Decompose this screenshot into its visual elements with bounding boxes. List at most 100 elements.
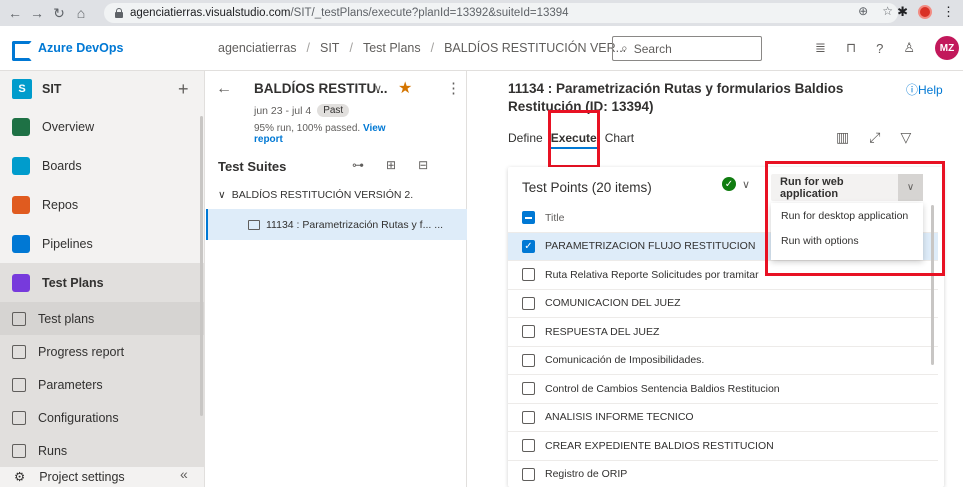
sidebar-item-label: Parameters	[38, 377, 103, 392]
sidebar-item-boards[interactable]: Boards	[0, 146, 204, 185]
menu-dots-icon[interactable]: ⋮	[942, 4, 955, 20]
chevron-down-icon[interactable]: ∨	[374, 82, 382, 95]
sidebar-item-label: Repos	[42, 197, 79, 212]
chevron-down-icon: ∨	[742, 178, 751, 191]
hierarchy-icon[interactable]: ⊶	[352, 158, 364, 172]
test-points-title: Test Points (20 items)	[522, 180, 652, 195]
sidebar-item-label: Overview	[42, 119, 95, 134]
list-icon[interactable]: ≣	[815, 40, 826, 56]
zoom-icon[interactable]: ⊕	[858, 4, 868, 18]
home-icon[interactable]: ⌂	[70, 0, 92, 26]
row-checkbox[interactable]	[522, 325, 535, 339]
back-arrow-icon[interactable]: ←	[4, 0, 26, 26]
sidebar-item-label: Boards	[42, 158, 82, 173]
row-checkbox[interactable]: ✓	[522, 239, 535, 253]
sidebar-subitem-runs[interactable]: Runs	[0, 434, 204, 467]
more-options-icon[interactable]: ⋮	[446, 79, 461, 97]
parameters-icon	[12, 377, 26, 392]
row-checkbox[interactable]	[522, 353, 535, 367]
sidebar-scrollbar[interactable]	[200, 116, 203, 416]
tab-chart[interactable]: Chart	[605, 131, 634, 149]
help-icon[interactable]: ?	[876, 41, 883, 56]
avatar[interactable]: MZ	[935, 36, 959, 60]
status-badge: Past	[317, 104, 350, 117]
sidebar-subitem-parameters[interactable]: Parameters	[0, 368, 204, 401]
brand-name: Azure DevOps	[38, 41, 124, 55]
outcome-dropdown[interactable]: ✓ ∨	[722, 177, 750, 191]
select-all-checkbox[interactable]	[522, 211, 535, 225]
row-checkbox[interactable]	[522, 467, 535, 481]
row-checkbox[interactable]	[522, 410, 535, 424]
expand-all-icon[interactable]: ⊞	[386, 158, 396, 172]
sidebar-subitem-configurations[interactable]: Configurations	[0, 401, 204, 434]
sidebar-subitem-test-plans[interactable]: Test plans	[0, 302, 204, 335]
sidebar-item-test-plans[interactable]: Test Plans	[0, 263, 204, 302]
boards-icon	[12, 156, 30, 175]
row-title: ANALISIS INFORME TECNICO	[545, 411, 694, 424]
crumb-org[interactable]: agenciatierras	[218, 41, 297, 55]
row-checkbox[interactable]	[522, 296, 535, 310]
row-checkbox[interactable]	[522, 382, 535, 396]
filter-icon[interactable]: ▽	[900, 129, 911, 146]
suite-root[interactable]: ∨ BALDÍOS RESTITUCIÓN VERSIÓN 2.	[218, 189, 413, 201]
row-title: Registro de ORIP	[545, 468, 628, 481]
list-item[interactable]: Registro de ORIP	[508, 461, 938, 487]
star-icon[interactable]: ☆	[882, 4, 893, 18]
sidebar-item-repos[interactable]: Repos	[0, 185, 204, 224]
project-header[interactable]: S SIT +	[0, 71, 204, 107]
runs-icon	[12, 443, 26, 458]
brand[interactable]: Azure DevOps	[0, 41, 205, 61]
plan-title[interactable]: BALDÍOS RESTITU...	[254, 81, 388, 96]
marketplace-icon[interactable]: ⊓	[846, 40, 856, 56]
collapse-icon[interactable]: «	[180, 466, 188, 482]
plus-icon[interactable]: +	[178, 79, 189, 100]
row-checkbox[interactable]	[522, 268, 535, 282]
address-bar[interactable]: agenciatierras.visualstudio.com/SIT/_tes…	[104, 3, 898, 23]
tab-define[interactable]: Define	[508, 131, 543, 149]
sidebar-subitem-progress-report[interactable]: Progress report	[0, 335, 204, 368]
app-header: Azure DevOps agenciatierras / SIT / Test…	[0, 26, 963, 71]
crumb-section[interactable]: Test Plans	[363, 41, 421, 55]
collapse-all-icon[interactable]: ⊟	[418, 158, 428, 172]
sidebar-item-pipelines[interactable]: Pipelines	[0, 224, 204, 263]
plan-stats: 95% run, 100% passed. View report	[254, 123, 394, 145]
list-item[interactable]: COMUNICACION DEL JUEZ	[508, 290, 938, 318]
overview-icon	[12, 117, 30, 136]
crumb-project[interactable]: SIT	[320, 41, 339, 55]
list-item[interactable]: CREAR EXPEDIENTE BALDIOS RESTITUCION	[508, 432, 938, 461]
help-link[interactable]: ⓘHelp	[906, 81, 943, 98]
back-arrow-icon[interactable]: ←	[216, 80, 232, 98]
project-badge: S	[12, 79, 32, 99]
sidebar-item-label: Configurations	[38, 410, 119, 425]
crumb-plan[interactable]: BALDÍOS RESTITUCIÓN VER...	[444, 41, 626, 55]
record-icon[interactable]	[918, 5, 932, 19]
user-settings-icon[interactable]: ♙	[903, 40, 915, 56]
row-title: COMUNICACION DEL JUEZ	[545, 297, 681, 310]
fullscreen-icon[interactable]: ⤢	[869, 129, 880, 146]
row-title: PARAMETRIZACION FLUJO RESTITUCION	[545, 240, 756, 253]
azure-devops-logo-icon	[12, 41, 32, 61]
forward-arrow-icon[interactable]: →	[26, 0, 48, 26]
sidebar-item-overview[interactable]: Overview	[0, 107, 204, 146]
tab-toolbar: ▥ ⤢ ▽	[836, 129, 911, 146]
list-item[interactable]: Control de Cambios Sentencia Baldios Res…	[508, 375, 938, 404]
search-placeholder: Search	[633, 41, 672, 56]
row-checkbox[interactable]	[522, 439, 535, 453]
lock-icon	[114, 8, 124, 18]
repos-icon	[12, 195, 30, 214]
favorite-star-icon[interactable]: ★	[398, 78, 412, 98]
reload-icon[interactable]: ↻	[48, 0, 70, 26]
extensions-icon[interactable]: ✱	[897, 4, 908, 20]
suite-child-selected[interactable]: 11134 : Parametrización Rutas y f... ...	[206, 209, 467, 240]
search-input[interactable]: ⌕ Search	[612, 36, 762, 61]
project-settings[interactable]: ⚙ Project settings «	[0, 466, 205, 487]
chevron-down-icon[interactable]: ∨	[218, 189, 226, 201]
project-name: SIT	[42, 82, 62, 96]
help-label: Help	[918, 83, 943, 97]
list-item[interactable]: RESPUESTA DEL JUEZ	[508, 318, 938, 347]
column-options-icon[interactable]: ▥	[836, 129, 849, 146]
suite-toolbar: ⊶ ⊞ ⊟	[352, 158, 428, 172]
list-item[interactable]: ANALISIS INFORME TECNICO	[508, 404, 938, 432]
crumb-separator: /	[349, 41, 353, 55]
list-item[interactable]: Comunicación de Imposibilidades.	[508, 347, 938, 375]
